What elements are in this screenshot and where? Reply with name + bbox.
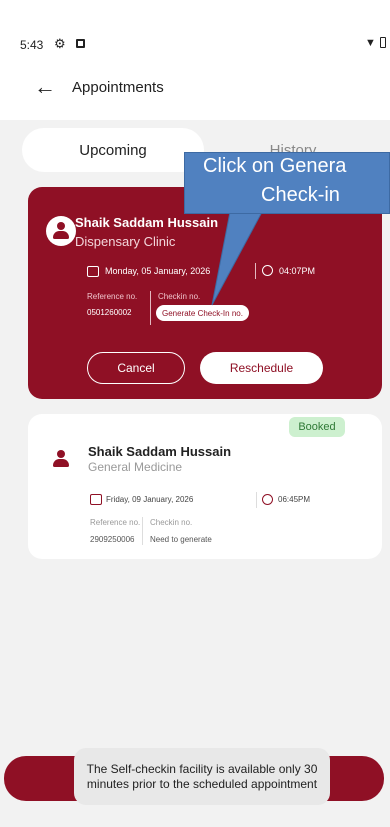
generate-checkin-button[interactable]: Generate Check-In no.	[156, 305, 249, 321]
divider	[142, 517, 143, 545]
clock-icon	[262, 494, 273, 505]
callout-line-2: Check-in	[261, 184, 340, 206]
checkin-label: Checkin no.	[158, 292, 201, 301]
gear-icon: ⚙	[54, 36, 66, 51]
reference-number: 0501260002	[87, 308, 132, 317]
doctor-name: Shaik Saddam Hussain	[75, 215, 219, 230]
appointment-card-upcoming: Shaik Saddam Hussain Dispensary Clinic M…	[28, 187, 382, 399]
doctor-name: Shaik Saddam Hussain	[88, 444, 232, 459]
checkin-value: Need to generate	[150, 535, 212, 544]
annotation-callout: Click on Genera Check-in	[184, 152, 390, 214]
person-icon	[46, 216, 76, 246]
appointment-date: Friday, 09 January, 2026	[106, 495, 194, 504]
reference-label: Reference no.	[87, 292, 138, 301]
reference-label: Reference no.	[90, 518, 141, 527]
divider	[256, 492, 257, 508]
person-icon	[46, 444, 76, 474]
wifi-icon: ▼	[365, 37, 376, 49]
divider	[255, 263, 256, 279]
back-arrow-icon[interactable]: ←	[34, 76, 56, 98]
divider	[150, 291, 151, 325]
status-time: 5:43	[20, 38, 44, 52]
appointment-date: Monday, 05 January, 2026	[105, 266, 211, 276]
reschedule-button[interactable]: Reschedule	[200, 352, 323, 384]
clock-icon	[262, 265, 273, 276]
app-bar: ← Appointments	[0, 62, 390, 120]
calendar-icon	[87, 266, 99, 277]
department: General Medicine	[88, 460, 183, 474]
appointment-time: 04:07PM	[279, 266, 316, 276]
callout-line-1: Click on Genera	[203, 155, 347, 177]
cancel-button[interactable]: Cancel	[87, 352, 185, 384]
appointment-card-booked[interactable]: Booked Shaik Saddam Hussain General Medi…	[28, 414, 382, 559]
page-title: Appointments	[72, 79, 164, 96]
notification-icon	[76, 39, 85, 48]
checkin-label: Checkin no.	[150, 518, 193, 527]
department: Dispensary Clinic	[75, 234, 176, 249]
toast-message: The Self-checkin facility is available o…	[74, 748, 330, 805]
status-badge: Booked	[289, 417, 345, 437]
appointment-time: 06:45PM	[278, 495, 311, 504]
battery-icon	[380, 37, 386, 48]
tab-upcoming[interactable]: Upcoming	[22, 128, 204, 172]
reference-number: 2909250006	[90, 535, 135, 544]
calendar-icon	[90, 494, 102, 505]
